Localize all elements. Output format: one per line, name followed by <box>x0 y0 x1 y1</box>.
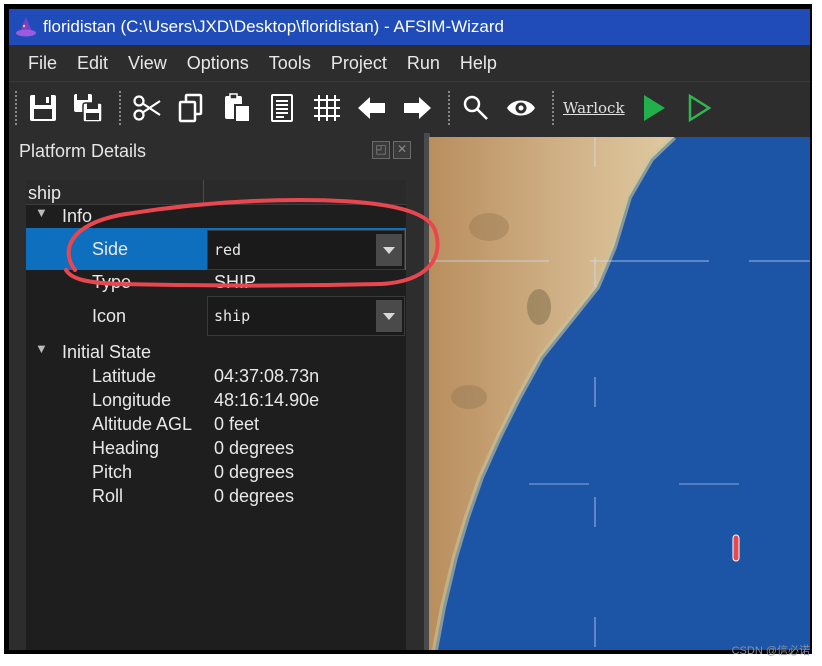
watermark: CSDN @信必诺 <box>731 645 810 657</box>
grid-button[interactable] <box>307 88 347 128</box>
save-icon <box>30 95 56 121</box>
terrain-patch <box>469 213 509 241</box>
pitch-row: Pitch 0 degrees <box>26 460 406 484</box>
run-step-button[interactable] <box>678 88 718 128</box>
toolbar-grip[interactable] <box>551 90 555 126</box>
float-panel-button[interactable]: ◰ <box>372 141 390 159</box>
property-value: SHIP <box>214 272 257 292</box>
property-label: Type <box>92 272 132 292</box>
section-label: Initial State <box>62 342 152 362</box>
save-button[interactable] <box>23 88 63 128</box>
run-icon <box>643 95 665 121</box>
copy-button[interactable] <box>172 88 212 128</box>
menu-file[interactable]: File <box>20 53 65 74</box>
document-icon <box>271 94 293 122</box>
side-select-value: red <box>214 241 242 259</box>
save-all-icon <box>74 94 103 123</box>
cut-icon <box>133 95 161 121</box>
ship-marker[interactable] <box>732 534 740 562</box>
paste-icon <box>225 93 251 123</box>
roll-row: Roll 0 degrees <box>26 484 406 508</box>
toolbar: Warlock <box>9 81 810 134</box>
platform-details-panel: Platform Details ◰ ✕ ship ▼ Info Side re… <box>9 133 421 650</box>
terrain-patch <box>527 289 551 325</box>
terrain-patch <box>451 385 487 409</box>
chevron-down-icon[interactable] <box>376 300 402 332</box>
property-value[interactable]: 04:37:08.73n <box>214 364 319 388</box>
icon-select-value: ship <box>214 307 251 325</box>
title-bar: floridistan (C:\Users\JXD\Desktop\florid… <box>9 9 810 45</box>
column-divider[interactable] <box>203 180 204 204</box>
property-label: Longitude <box>92 390 172 410</box>
menu-project[interactable]: Project <box>323 53 395 74</box>
side-select[interactable]: red <box>207 230 405 270</box>
menu-help[interactable]: Help <box>452 53 505 74</box>
toolbar-grip[interactable] <box>447 90 451 126</box>
expand-down-icon[interactable]: ▼ <box>35 205 48 220</box>
copy-icon <box>178 93 203 123</box>
latitude-row: Latitude 04:37:08.73n <box>26 364 406 388</box>
menu-bar: File Edit View Options Tools Project Run… <box>9 45 810 81</box>
wizard-hat-icon <box>16 17 36 37</box>
heading-row: Heading 0 degrees <box>26 436 406 460</box>
chevron-down-icon[interactable] <box>376 234 402 266</box>
property-value[interactable]: 0 degrees <box>214 436 294 460</box>
panel-controls: ◰ ✕ <box>372 141 411 159</box>
back-arrow-icon <box>358 97 385 119</box>
initial-state-section[interactable]: ▼ Initial State <box>26 340 406 364</box>
section-label: Info <box>62 206 93 226</box>
float-icon: ◰ <box>375 142 387 156</box>
forward-arrow-icon <box>404 97 431 119</box>
menu-edit[interactable]: Edit <box>69 53 116 74</box>
map-view[interactable] <box>429 137 810 650</box>
document-button[interactable] <box>262 88 302 128</box>
back-button[interactable] <box>352 88 392 128</box>
toolbar-grip[interactable] <box>14 90 18 126</box>
expand-down-icon[interactable]: ▼ <box>35 341 48 356</box>
property-label: Roll <box>92 486 124 506</box>
longitude-row: Longitude 48:16:14.90e <box>26 388 406 412</box>
property-label: Side <box>92 239 129 259</box>
menu-tools[interactable]: Tools <box>261 53 319 74</box>
property-label: Icon <box>92 306 127 326</box>
forward-button[interactable] <box>397 88 437 128</box>
property-value[interactable]: 0 degrees <box>214 460 294 484</box>
panel-title: Platform Details <box>19 141 147 161</box>
run-button[interactable] <box>633 88 673 128</box>
property-label: Altitude AGL <box>92 414 193 434</box>
save-all-button[interactable] <box>68 88 108 128</box>
close-icon: ✕ <box>396 142 408 156</box>
icon-select[interactable]: ship <box>207 296 405 336</box>
property-value[interactable]: 0 degrees <box>214 484 294 508</box>
window-title: floridistan (C:\Users\JXD\Desktop\florid… <box>43 17 504 36</box>
altitude-row: Altitude AGL 0 feet <box>26 412 406 436</box>
tree-header: ship <box>26 180 406 205</box>
warlock-link[interactable]: Warlock <box>563 99 625 117</box>
property-value[interactable]: 48:16:14.90e <box>214 388 319 412</box>
map-canvas[interactable] <box>429 137 810 650</box>
info-section[interactable]: ▼ Info <box>26 204 406 228</box>
find-button[interactable] <box>456 88 496 128</box>
cut-button[interactable] <box>127 88 167 128</box>
app-window: floridistan (C:\Users\JXD\Desktop\florid… <box>9 9 810 650</box>
type-row: Type SHIP <box>26 270 406 294</box>
property-tree: ship ▼ Info Side red Type SHIP Icon ship… <box>26 180 406 650</box>
property-label: Latitude <box>92 366 157 386</box>
menu-options[interactable]: Options <box>179 53 257 74</box>
close-panel-button[interactable]: ✕ <box>393 141 411 159</box>
eye-icon <box>507 100 535 116</box>
search-icon <box>463 95 488 120</box>
menu-run[interactable]: Run <box>399 53 448 74</box>
view-button[interactable] <box>501 88 541 128</box>
run-outline-icon <box>688 93 711 123</box>
paste-button[interactable] <box>217 88 257 128</box>
property-label: Pitch <box>92 462 133 482</box>
toolbar-grip[interactable] <box>118 90 122 126</box>
grid-icon <box>314 95 340 121</box>
property-label: Heading <box>92 438 160 458</box>
menu-view[interactable]: View <box>120 53 175 74</box>
tree-header-name: ship <box>28 183 62 203</box>
property-value[interactable]: 0 feet <box>214 412 259 436</box>
